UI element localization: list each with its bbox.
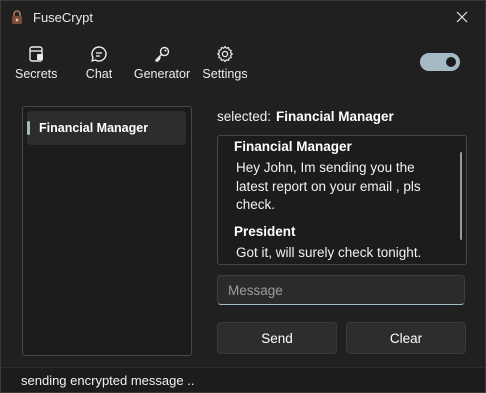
mode-toggle-switch[interactable]: [420, 53, 460, 71]
status-text: sending encrypted message ..: [21, 373, 195, 388]
key-icon: [155, 46, 170, 62]
contacts-list: Financial Manager: [22, 106, 192, 356]
toolbar-generator-label: Generator: [133, 67, 191, 81]
app-window: FuseCrypt Secrets Chat Generator Setting…: [0, 0, 486, 393]
toolbar-settings-label: Settings: [202, 67, 248, 81]
close-icon: [456, 11, 468, 23]
toolbar-chat-label: Chat: [85, 67, 113, 81]
chat-bubble-icon: [91, 46, 107, 62]
toolbar-generator-button[interactable]: Generator: [133, 45, 191, 81]
chat-history-panel[interactable]: Financial Manager Hey John, Im sending y…: [217, 135, 467, 265]
contact-item-label: Financial Manager: [39, 121, 149, 135]
selected-contact-name: Financial Manager: [276, 109, 394, 124]
contact-item-financial-manager[interactable]: Financial Manager: [27, 111, 186, 145]
message-text: Got it, will surely check tonight.: [236, 245, 422, 260]
window-title: FuseCrypt: [33, 10, 93, 25]
selection-indicator: [27, 121, 30, 135]
toggle-knob: [446, 57, 456, 67]
message-text: Hey John, Im sending you the latest repo…: [236, 160, 421, 212]
chat-scrollbar[interactable]: [460, 152, 462, 240]
status-bar: sending encrypted message ..: [1, 367, 485, 392]
close-button[interactable]: [439, 1, 485, 33]
message-sender: Financial Manager: [234, 139, 352, 154]
notebook-icon: [29, 46, 43, 62]
send-button[interactable]: Send: [217, 322, 337, 354]
clear-button[interactable]: Clear: [346, 322, 466, 354]
toolbar-chat-button[interactable]: Chat: [83, 45, 115, 81]
toolbar-settings-button[interactable]: Settings: [201, 45, 249, 81]
selected-prefix-label: selected:: [217, 109, 272, 124]
message-input[interactable]: [217, 275, 465, 305]
toolbar-secrets-label: Secrets: [15, 67, 58, 81]
message-sender: President: [234, 224, 296, 239]
gear-icon: [217, 45, 233, 63]
title-bar: FuseCrypt: [1, 1, 485, 33]
toolbar-secrets-button[interactable]: Secrets: [15, 45, 57, 81]
app-logo-icon: [9, 9, 25, 25]
